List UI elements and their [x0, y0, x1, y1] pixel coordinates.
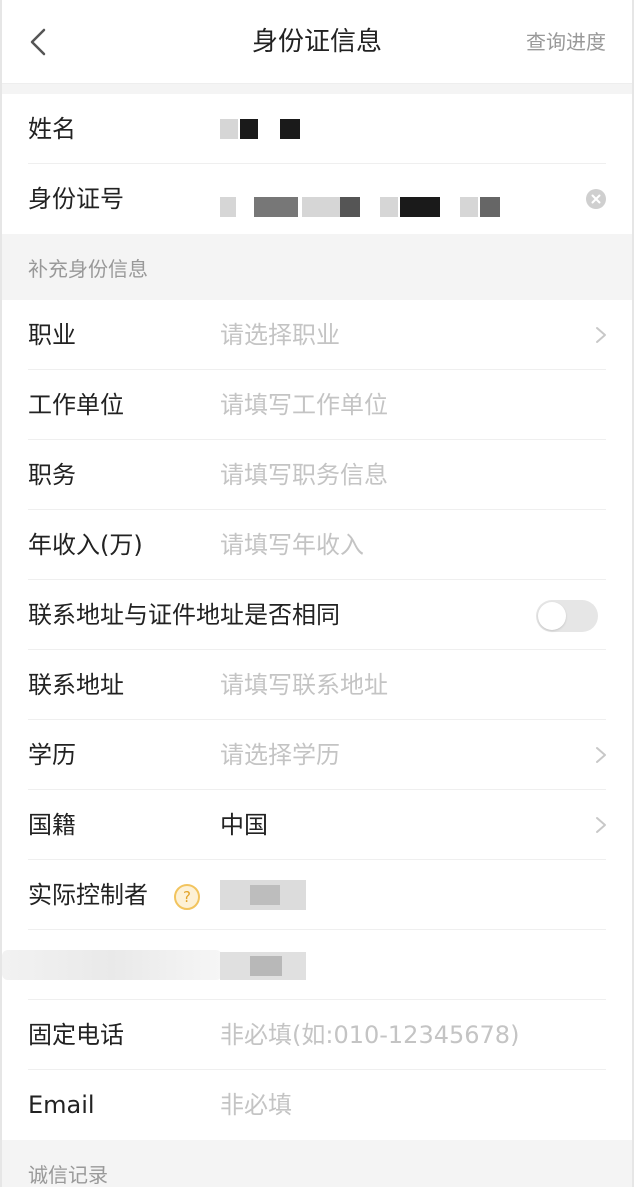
chevron-right-icon [596, 327, 606, 343]
employer-label: 工作单位 [28, 391, 124, 419]
address-input[interactable]: 请填写联系地址 [220, 650, 388, 720]
position-label: 职务 [28, 461, 76, 489]
controller-label: 实际控制者 [28, 881, 148, 909]
education-select[interactable]: 请选择学历 [220, 720, 340, 790]
controller-row: 实际控制者 ? [2, 860, 632, 930]
occupation-select[interactable]: 请选择职业 [220, 300, 340, 370]
top-spacer [2, 84, 632, 94]
blurred-label [2, 950, 222, 980]
landline-label: 固定电话 [28, 1021, 124, 1049]
blurred-value-masked [220, 930, 320, 1000]
name-row: 姓名 [2, 94, 632, 164]
help-icon[interactable]: ? [174, 884, 200, 910]
nationality-select[interactable]: 中国 [220, 790, 268, 860]
same-address-label: 联系地址与证件地址是否相同 [28, 601, 340, 629]
clear-icon[interactable] [586, 189, 606, 209]
landline-row: 固定电话 非必填(如:010-12345678) [2, 1000, 632, 1070]
occupation-row[interactable]: 职业 请选择职业 [2, 300, 632, 370]
nav-bar: 身份证信息 查询进度 [2, 0, 632, 84]
same-address-toggle[interactable] [536, 600, 598, 632]
address-row: 联系地址 请填写联系地址 [2, 650, 632, 720]
section-label: 诚信记录 [28, 1163, 108, 1187]
id-number-label: 身份证号 [28, 185, 124, 213]
income-label: 年收入(万) [28, 531, 143, 559]
email-label: Email [28, 1091, 95, 1119]
section-credit-record: 诚信记录 [2, 1140, 632, 1187]
controller-value-masked [220, 860, 320, 930]
nationality-label: 国籍 [28, 811, 76, 839]
email-row: Email 非必填 [2, 1070, 632, 1140]
toggle-knob [538, 602, 566, 630]
name-value-masked [220, 94, 320, 164]
employer-input[interactable]: 请填写工作单位 [220, 370, 388, 440]
education-row[interactable]: 学历 请选择学历 [2, 720, 632, 790]
same-address-row: 联系地址与证件地址是否相同 [2, 580, 632, 650]
position-input[interactable]: 请填写职务信息 [220, 440, 388, 510]
position-row: 职务 请填写职务信息 [2, 440, 632, 510]
email-input[interactable]: 非必填 [220, 1070, 292, 1140]
name-label: 姓名 [28, 115, 76, 143]
section-label: 补充身份信息 [28, 257, 148, 281]
nationality-row[interactable]: 国籍 中国 [2, 790, 632, 860]
id-number-value-masked [220, 164, 520, 234]
section-supplementary-info: 补充身份信息 [2, 234, 632, 300]
employer-row: 工作单位 请填写工作单位 [2, 370, 632, 440]
chevron-right-icon [596, 747, 606, 763]
occupation-label: 职业 [28, 321, 76, 349]
app-screen: 身份证信息 查询进度 姓名 身份证号 补充身份信息 职业 请选择职业 工作单位 … [0, 0, 634, 1187]
id-number-row[interactable]: 身份证号 [2, 164, 632, 234]
address-label: 联系地址 [28, 671, 124, 699]
landline-input[interactable]: 非必填(如:010-12345678) [220, 1000, 519, 1070]
income-row: 年收入(万) 请填写年收入 [2, 510, 632, 580]
education-label: 学历 [28, 741, 76, 769]
income-input[interactable]: 请填写年收入 [220, 510, 364, 580]
chevron-right-icon [596, 817, 606, 833]
blurred-row [2, 930, 632, 1000]
check-progress-link[interactable]: 查询进度 [526, 26, 606, 58]
